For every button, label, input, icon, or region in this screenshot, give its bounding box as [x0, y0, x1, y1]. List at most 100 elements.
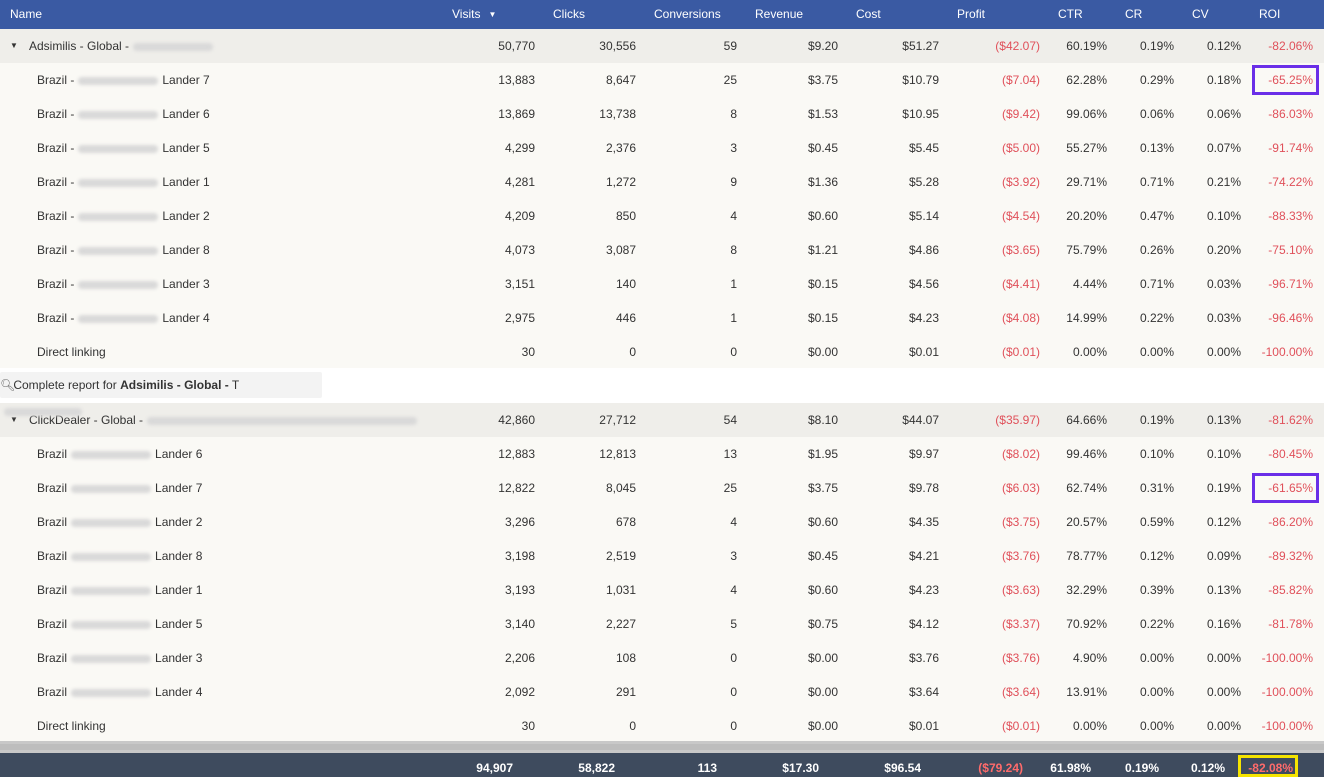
cell-visits: 50,770 [498, 39, 535, 53]
cell-revenue: $1.95 [807, 447, 838, 461]
row-name: Brazil Lander 2 [37, 505, 202, 539]
col-header-cr[interactable]: CR [1125, 0, 1142, 29]
row-name: Brazil Lander 7 [37, 471, 202, 505]
table-row[interactable]: Brazil Lander 4 2,092 291 0 $0.00 $3.64 ($3.64)… [0, 675, 1324, 709]
cell-clicks: 0 [629, 719, 636, 733]
sort-desc-icon[interactable]: ▼ [488, 0, 496, 29]
table-row[interactable]: Brazil Lander 1 3,193 1,031 4 $0.60 $4.23 ($3.6… [0, 573, 1324, 607]
group-row[interactable]: ▼ Adsimilis - Global - 50,770 30,556 59 $9.20… [0, 29, 1324, 63]
cell-roi: -86.20% [1268, 515, 1313, 529]
cell-clicks: 0 [629, 345, 636, 359]
cell-cost: $4.86 [908, 243, 939, 257]
table-row[interactable]: Brazil Lander 6 12,883 12,813 13 $1.95 $9.97 ($… [0, 437, 1324, 471]
cell-clicks: 8,045 [605, 481, 636, 495]
redacted-text [78, 314, 159, 323]
col-header-roi[interactable]: ROI [1259, 0, 1280, 29]
col-header-clicks[interactable]: Clicks [553, 0, 585, 29]
redacted-text [78, 246, 159, 255]
cell-visits: 13,883 [498, 73, 535, 87]
total-visits: 94,907 [476, 761, 513, 775]
table-row[interactable]: Brazil - Lander 7 13,883 8,647 25 $3.75 $10.79… [0, 63, 1324, 97]
table-row[interactable]: Brazil Lander 2 3,296 678 4 $0.60 $4.35 ($3.75)… [0, 505, 1324, 539]
col-header-visits[interactable]: Visits ▼ [452, 0, 496, 29]
cell-clicks: 2,227 [605, 617, 636, 631]
cell-conversions: 5 [730, 617, 737, 631]
redacted-text [147, 416, 418, 425]
redacted-text [71, 586, 152, 595]
row-name: Direct linking [37, 709, 106, 743]
cell-visits: 2,206 [504, 651, 535, 665]
cell-revenue: $0.00 [807, 651, 838, 665]
cell-visits: 30 [521, 345, 535, 359]
horizontal-scrollbar[interactable] [0, 741, 1324, 753]
col-header-conversions[interactable]: Conversions [654, 0, 721, 29]
col-header-cost[interactable]: Cost [856, 0, 881, 29]
cell-cost: $4.35 [908, 515, 939, 529]
row-name: Brazil - Lander 2 [37, 199, 210, 233]
cell-visits: 42,860 [498, 413, 535, 427]
table-row[interactable]: Brazil - Lander 1 4,281 1,272 9 $1.36 $5.28 ($3… [0, 165, 1324, 199]
cell-conversions: 4 [730, 515, 737, 529]
cell-clicks: 8,647 [605, 73, 636, 87]
cell-clicks: 27,712 [599, 413, 636, 427]
cell-visits: 30 [521, 719, 535, 733]
cell-conversions: 25 [723, 73, 737, 87]
table-row[interactable]: Brazil Lander 7 12,822 8,045 25 $3.75 $9.78 ($6… [0, 471, 1324, 505]
redacted-text [78, 178, 159, 187]
scrollbar-track[interactable] [0, 744, 1324, 750]
cell-cost: $0.01 [908, 345, 939, 359]
cell-conversions: 4 [730, 209, 737, 223]
col-header-revenue[interactable]: Revenue [755, 0, 803, 29]
col-header-cv[interactable]: CV [1192, 0, 1209, 29]
table-row[interactable]: Brazil - Lander 5 4,299 2,376 3 $0.45 $5.45 ($5… [0, 131, 1324, 165]
table-row[interactable]: Brazil - Lander 2 4,209 850 4 $0.60 $5.14 ($4.5… [0, 199, 1324, 233]
table-row[interactable]: Direct linking 30 0 0 $0.00 $0.01 ($0.01) 0.00%… [0, 709, 1324, 743]
cell-conversions: 1 [730, 311, 737, 325]
cell-revenue: $9.20 [807, 39, 838, 53]
cell-conversions: 13 [723, 447, 737, 461]
row-lander: Lander 8 [155, 549, 203, 563]
cell-roi: -96.46% [1268, 311, 1313, 325]
col-header-profit[interactable]: Profit [957, 0, 985, 29]
cell-roi: -80.45% [1268, 447, 1313, 461]
cell-revenue: $1.36 [807, 175, 838, 189]
table-row[interactable]: Brazil Lander 5 3,140 2,227 5 $0.75 $4.12 ($3.3… [0, 607, 1324, 641]
group-row[interactable]: ▼ClickDealer - Global -42,86027,71254$8.… [0, 403, 1324, 437]
table-row[interactable]: Brazil Lander 3 2,206 108 0 $0.00 $3.76 ($3.76)… [0, 641, 1324, 675]
table-row[interactable]: Direct linking 30 0 0 $0.00 $0.01 ($0.01) 0.00%… [0, 335, 1324, 369]
cell-conversions: 8 [730, 107, 737, 121]
cell-conversions: 4 [730, 583, 737, 597]
row-name: Brazil - Lander 5 [37, 131, 210, 165]
row-lander: Lander 3 [155, 651, 203, 665]
col-header-name[interactable]: Name [10, 0, 42, 29]
table-row[interactable]: Brazil - Lander 4 2,975 446 1 $0.15 $4.23 ($4.0… [0, 301, 1324, 335]
table-row[interactable]: Brazil - Lander 8 4,073 3,087 8 $1.21 $4.86 ($3… [0, 233, 1324, 267]
cell-visits: 13,869 [498, 107, 535, 121]
row-name: Brazil Lander 8 [37, 539, 202, 573]
table-row[interactable]: Brazil - Lander 6 13,869 13,738 8 $1.53 $10.95… [0, 97, 1324, 131]
total-roi-highlight-box [1238, 755, 1298, 777]
table-row[interactable]: Brazil Lander 8 3,198 2,519 3 $0.45 $4.21 ($3.7… [0, 539, 1324, 573]
cell-visits: 2,092 [504, 685, 535, 699]
cell-cost: $9.78 [908, 481, 939, 495]
cell-conversions: 59 [723, 39, 737, 53]
cell-revenue: $8.10 [807, 413, 838, 427]
collapse-caret-icon[interactable]: ▼ [10, 29, 18, 63]
redacted-text [4, 407, 82, 416]
row-country: Brazil [37, 617, 68, 631]
row-lander: Lander 1 [162, 175, 210, 189]
cell-cost: $4.12 [908, 617, 939, 631]
cell-revenue: $0.75 [807, 617, 838, 631]
row-country: Brazil - [37, 73, 75, 87]
cell-visits: 4,073 [504, 243, 535, 257]
cell-visits: 3,193 [504, 583, 535, 597]
complete-report-link[interactable]: 🔍︎ Complete report for Adsimilis - Globa… [0, 372, 322, 416]
cell-roi: -100.00% [1261, 345, 1313, 359]
table-row[interactable]: Brazil - Lander 3 3,151 140 1 $0.15 $4.56 ($4.4… [0, 267, 1324, 301]
cell-roi: -74.22% [1268, 175, 1313, 189]
col-header-ctr[interactable]: CTR [1058, 0, 1083, 29]
redacted-text [71, 484, 152, 493]
cell-cost: $5.28 [908, 175, 939, 189]
cell-conversions: 1 [730, 277, 737, 291]
redacted-text [78, 280, 159, 289]
